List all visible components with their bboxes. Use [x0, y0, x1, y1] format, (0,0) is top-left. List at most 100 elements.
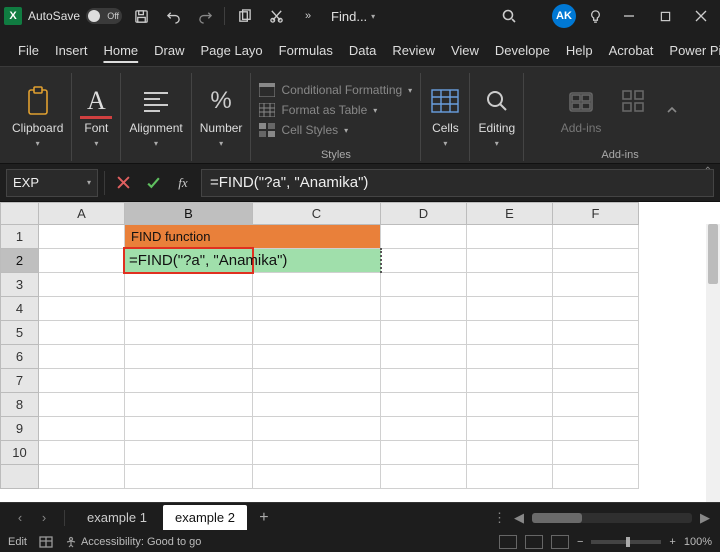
alignment-button[interactable]: Alignment ▾ [129, 85, 182, 148]
col-header-d[interactable]: D [381, 203, 467, 225]
undo-icon[interactable] [160, 3, 186, 29]
row-header[interactable]: 3 [1, 273, 39, 297]
cell[interactable] [467, 225, 553, 249]
sheet-menu-icon[interactable]: ⋮ [493, 510, 506, 526]
cell[interactable] [381, 369, 467, 393]
cells-button[interactable]: Cells ▾ [429, 85, 461, 148]
cell[interactable] [253, 417, 381, 441]
normal-view-button[interactable] [499, 535, 517, 549]
spreadsheet-grid[interactable]: A B C D E F 1 FIND function 2 [0, 202, 720, 489]
active-cell-editor[interactable]: =FIND("?a", "Anamika") [123, 247, 254, 274]
page-layout-view-button[interactable] [525, 535, 543, 549]
insert-function-button[interactable]: fx [171, 171, 195, 195]
cell[interactable] [467, 321, 553, 345]
cell[interactable] [467, 465, 553, 489]
expand-formula-bar-icon[interactable]: ⌃ [704, 166, 712, 177]
tab-help[interactable]: Help [558, 37, 601, 66]
cell[interactable] [253, 273, 381, 297]
row-header[interactable]: 1 [1, 225, 39, 249]
tab-draw[interactable]: Draw [146, 37, 192, 66]
cell[interactable] [125, 273, 253, 297]
minimize-button[interactable] [614, 1, 644, 31]
cell[interactable] [381, 225, 467, 249]
page-break-view-button[interactable] [551, 535, 569, 549]
cell[interactable] [253, 465, 381, 489]
cell[interactable] [39, 225, 125, 249]
search-icon[interactable] [496, 3, 522, 29]
cell[interactable] [253, 345, 381, 369]
cell[interactable] [467, 369, 553, 393]
tab-review[interactable]: Review [384, 37, 443, 66]
cell[interactable] [467, 417, 553, 441]
tab-power-pivot[interactable]: Power Piv [661, 37, 720, 66]
cell[interactable] [39, 441, 125, 465]
cell[interactable] [381, 417, 467, 441]
cell[interactable] [39, 417, 125, 441]
cell[interactable] [253, 441, 381, 465]
row-header[interactable]: 10 [1, 441, 39, 465]
row-header[interactable]: 2 [1, 249, 39, 273]
cell[interactable] [125, 297, 253, 321]
cell[interactable] [125, 369, 253, 393]
row-header[interactable]: 5 [1, 321, 39, 345]
cell[interactable] [467, 249, 553, 273]
font-button[interactable]: A Font ▾ [80, 85, 112, 148]
col-header-f[interactable]: F [553, 203, 639, 225]
cell[interactable] [553, 417, 639, 441]
autosave-switch[interactable]: Off [86, 8, 122, 24]
cell[interactable] [381, 297, 467, 321]
cell[interactable] [39, 345, 125, 369]
col-header-e[interactable]: E [467, 203, 553, 225]
cell[interactable] [553, 393, 639, 417]
cell[interactable] [125, 393, 253, 417]
vertical-scrollbar[interactable] [706, 224, 720, 502]
cell[interactable] [467, 345, 553, 369]
ribbon-collapse-icon[interactable] [665, 103, 679, 117]
cell[interactable] [553, 225, 639, 249]
close-button[interactable] [686, 1, 716, 31]
zoom-in-button[interactable]: + [669, 536, 675, 548]
cell[interactable] [553, 465, 639, 489]
save-icon[interactable] [128, 3, 154, 29]
tab-page-layout[interactable]: Page Layo [193, 37, 271, 66]
cell[interactable] [467, 297, 553, 321]
horizontal-scrollbar[interactable] [532, 513, 692, 523]
cell[interactable] [39, 465, 125, 489]
row-header[interactable]: 4 [1, 297, 39, 321]
select-all-corner[interactable] [1, 203, 39, 225]
cell[interactable] [39, 297, 125, 321]
autosave-toggle[interactable]: AutoSave Off [28, 8, 122, 24]
cell[interactable] [467, 393, 553, 417]
cell[interactable] [125, 465, 253, 489]
editing-button[interactable]: Editing ▾ [478, 85, 515, 148]
col-header-b[interactable]: B [125, 203, 253, 225]
addins-extra-button[interactable] [617, 85, 649, 135]
scrollbar-thumb[interactable] [708, 224, 718, 284]
row-header[interactable]: 9 [1, 417, 39, 441]
lightbulb-icon[interactable] [582, 3, 608, 29]
cell[interactable] [125, 441, 253, 465]
cell[interactable] [553, 297, 639, 321]
scroll-left-icon[interactable]: ◀ [514, 510, 524, 526]
col-header-c[interactable]: C [253, 203, 381, 225]
cell[interactable] [381, 465, 467, 489]
sheet-tab-2[interactable]: example 2 [163, 505, 247, 530]
format-as-table-button[interactable]: Format as Table ▾ [259, 103, 412, 117]
redo-icon[interactable] [192, 3, 218, 29]
stats-icon[interactable] [39, 536, 53, 548]
row-header[interactable] [1, 465, 39, 489]
sheet-nav-prev[interactable]: ‹ [10, 510, 30, 525]
cell[interactable] [553, 369, 639, 393]
scroll-right-icon[interactable]: ▶ [700, 510, 710, 526]
name-box[interactable]: EXP ▾ [6, 169, 98, 197]
tab-view[interactable]: View [443, 37, 487, 66]
document-title[interactable]: Find... ▾ [327, 9, 379, 24]
cell[interactable] [381, 273, 467, 297]
cell[interactable] [39, 369, 125, 393]
zoom-slider-thumb[interactable] [626, 537, 630, 547]
account-avatar[interactable]: AK [552, 4, 576, 28]
sheet-tab-1[interactable]: example 1 [75, 505, 159, 530]
overflow-icon[interactable]: » [295, 3, 321, 29]
cell[interactable] [553, 441, 639, 465]
cell-b2[interactable]: =FIND("?a", "Anamika") [125, 249, 253, 273]
